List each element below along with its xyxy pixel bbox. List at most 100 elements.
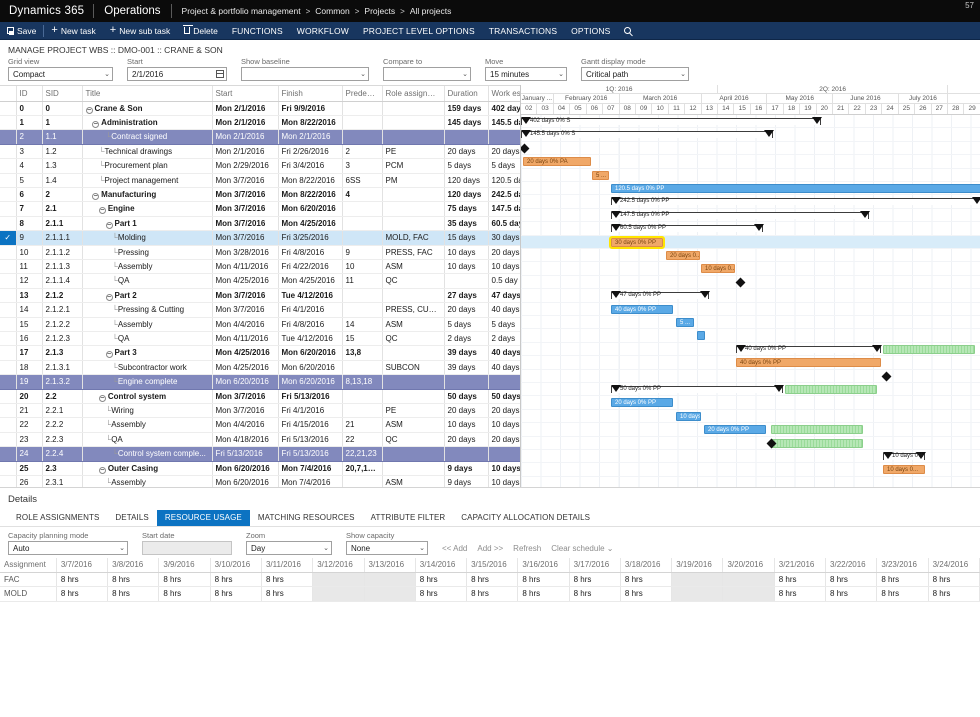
- cell-role-assignments[interactable]: MOLD, FAC: [382, 231, 444, 245]
- cell-id[interactable]: 5: [16, 173, 42, 187]
- cell-work-estimate[interactable]: 40 days: [488, 360, 520, 374]
- cell-duration[interactable]: 9 days: [444, 476, 488, 487]
- cell-predecessors[interactable]: [342, 202, 382, 216]
- cell-predecessors[interactable]: 20,7,13...: [342, 461, 382, 475]
- gantt-task-bar[interactable]: 10 days 0...: [676, 412, 701, 421]
- table-row[interactable]: 21.1 └Contract signedMon 2/1/2016Mon 2/1…: [0, 130, 520, 144]
- gantt-task-bar[interactable]: 10 days 0...: [701, 264, 735, 273]
- cell-id[interactable]: 16: [16, 332, 42, 346]
- table-row[interactable]: 41.3 └Procurement planMon 2/29/2016Fri 3…: [0, 159, 520, 173]
- cell-work-estimate[interactable]: 145.5 days: [488, 115, 520, 129]
- cell-id[interactable]: 3: [16, 144, 42, 158]
- cell-work-estimate[interactable]: 402 days: [488, 101, 520, 115]
- table-row[interactable]: 11 −AdministrationMon 2/1/2016Mon 8/22/2…: [0, 115, 520, 129]
- column-header-date[interactable]: 3/15/2016: [467, 558, 518, 572]
- cell-duration[interactable]: 35 days: [444, 216, 488, 230]
- cell-start[interactable]: Mon 4/4/2016: [212, 418, 278, 432]
- cell-predecessors[interactable]: 21: [342, 418, 382, 432]
- show-capacity-select[interactable]: None ⌄: [346, 541, 428, 555]
- cell-work-estimate[interactable]: 10 days: [488, 259, 520, 273]
- cell-role-assignments[interactable]: ASM: [382, 317, 444, 331]
- cell-finish[interactable]: Fri 4/1/2016: [278, 404, 342, 418]
- cell-role-assignments[interactable]: [382, 389, 444, 403]
- cell-predecessors[interactable]: 13,8: [342, 346, 382, 360]
- cell-sid[interactable]: 1: [42, 115, 82, 129]
- cell-start[interactable]: Mon 3/7/2016: [212, 303, 278, 317]
- cell-duration[interactable]: 15 days: [444, 231, 488, 245]
- cell-role-assignments[interactable]: [382, 187, 444, 201]
- cell-sid[interactable]: 2.1.2: [42, 288, 82, 302]
- cell-title[interactable]: └QA: [82, 274, 212, 288]
- row-checkbox[interactable]: [0, 130, 16, 144]
- cell-start[interactable]: Mon 3/7/2016: [212, 173, 278, 187]
- cell-finish[interactable]: Mon 8/22/2016: [278, 187, 342, 201]
- cell-work-estimate[interactable]: 40 days: [488, 303, 520, 317]
- cell-id[interactable]: 0: [16, 101, 42, 115]
- gantt-row[interactable]: [521, 142, 980, 155]
- cell-id[interactable]: 14: [16, 303, 42, 317]
- cell-title[interactable]: −Manufacturing: [82, 187, 212, 201]
- cell-hours[interactable]: [672, 587, 723, 602]
- cell-finish[interactable]: Mon 8/22/2016: [278, 115, 342, 129]
- gantt-bars-area[interactable]: 402 days 0% S145.5 days 0% S20 days 0% P…: [521, 115, 980, 487]
- cell-hours[interactable]: [723, 572, 774, 587]
- cell-start[interactable]: Mon 4/25/2016: [212, 274, 278, 288]
- cell-hours[interactable]: 8 hrs: [415, 572, 466, 587]
- cell-predecessors[interactable]: [342, 288, 382, 302]
- cell-hours[interactable]: 8 hrs: [774, 587, 825, 602]
- expander-icon[interactable]: −: [106, 222, 113, 229]
- clear-schedule-button[interactable]: Clear schedule ⌄: [551, 544, 623, 554]
- cell-hours[interactable]: [364, 587, 415, 602]
- cell-predecessors[interactable]: 2: [342, 144, 382, 158]
- cell-finish[interactable]: Fri 2/26/2016: [278, 144, 342, 158]
- cell-hours[interactable]: 8 hrs: [569, 587, 620, 602]
- tab-role-assignments[interactable]: ROLE ASSIGNMENTS: [8, 510, 107, 526]
- gantt-row[interactable]: [521, 262, 980, 275]
- cell-title[interactable]: └QA: [82, 432, 212, 446]
- cell-sid[interactable]: 2.3.1: [42, 476, 82, 487]
- table-row[interactable]: 212.2.1 └WiringMon 3/7/2016Fri 4/1/2016P…: [0, 404, 520, 418]
- cell-duration[interactable]: 27 days: [444, 288, 488, 302]
- move-select[interactable]: 15 minutes ⌄: [485, 67, 567, 81]
- cell-sid[interactable]: 2.1.3.1: [42, 360, 82, 374]
- cell-predecessors[interactable]: [342, 231, 382, 245]
- cell-sid[interactable]: 1.4: [42, 173, 82, 187]
- cell-finish[interactable]: Fri 3/4/2016: [278, 159, 342, 173]
- cell-hours[interactable]: 8 hrs: [210, 587, 261, 602]
- cell-duration[interactable]: 39 days: [444, 360, 488, 374]
- gantt-row[interactable]: [521, 437, 980, 450]
- cell-title[interactable]: −Control system: [82, 389, 212, 403]
- cell-duration[interactable]: 20 days: [444, 144, 488, 158]
- cell-hours[interactable]: 8 hrs: [56, 572, 107, 587]
- cell-predecessors[interactable]: [342, 130, 382, 144]
- column-header-date[interactable]: 3/16/2016: [518, 558, 569, 572]
- detail-start-date-input[interactable]: [142, 541, 232, 555]
- cell-role-assignments[interactable]: [382, 447, 444, 461]
- row-checkbox[interactable]: [0, 360, 16, 374]
- cell-hours[interactable]: 8 hrs: [928, 572, 979, 587]
- cell-role-assignments[interactable]: [382, 346, 444, 360]
- cell-title[interactable]: └Project management: [82, 173, 212, 187]
- cell-hours[interactable]: 8 hrs: [877, 587, 928, 602]
- table-row[interactable]: 262.3.1 └AssemblyMon 6/20/2016Mon 7/4/20…: [0, 476, 520, 487]
- gantt-task-bar[interactable]: 40 days 0% PP: [736, 358, 881, 367]
- cell-duration[interactable]: [444, 274, 488, 288]
- cell-role-assignments[interactable]: SUBCON: [382, 360, 444, 374]
- cell-predecessors[interactable]: 4: [342, 187, 382, 201]
- row-checkbox[interactable]: [0, 216, 16, 230]
- cell-hours[interactable]: [313, 587, 364, 602]
- cell-role-assignments[interactable]: PE: [382, 404, 444, 418]
- cell-role-assignments[interactable]: [382, 288, 444, 302]
- cell-title[interactable]: └Wiring: [82, 404, 212, 418]
- gantt-display-mode-select[interactable]: Critical path ⌄: [581, 67, 689, 81]
- cell-id[interactable]: 4: [16, 159, 42, 173]
- row-checkbox[interactable]: [0, 101, 16, 115]
- cell-predecessors[interactable]: 8,13,18: [342, 375, 382, 389]
- column-header-date[interactable]: 3/7/2016: [56, 558, 107, 572]
- row-checkbox[interactable]: ✓: [0, 231, 16, 245]
- expander-icon[interactable]: −: [99, 207, 106, 214]
- cell-sid[interactable]: 2.1.1.4: [42, 274, 82, 288]
- table-row[interactable]: 62 −ManufacturingMon 3/7/2016Mon 8/22/20…: [0, 187, 520, 201]
- module-label[interactable]: Operations: [94, 5, 170, 17]
- cell-hours[interactable]: 8 hrs: [467, 587, 518, 602]
